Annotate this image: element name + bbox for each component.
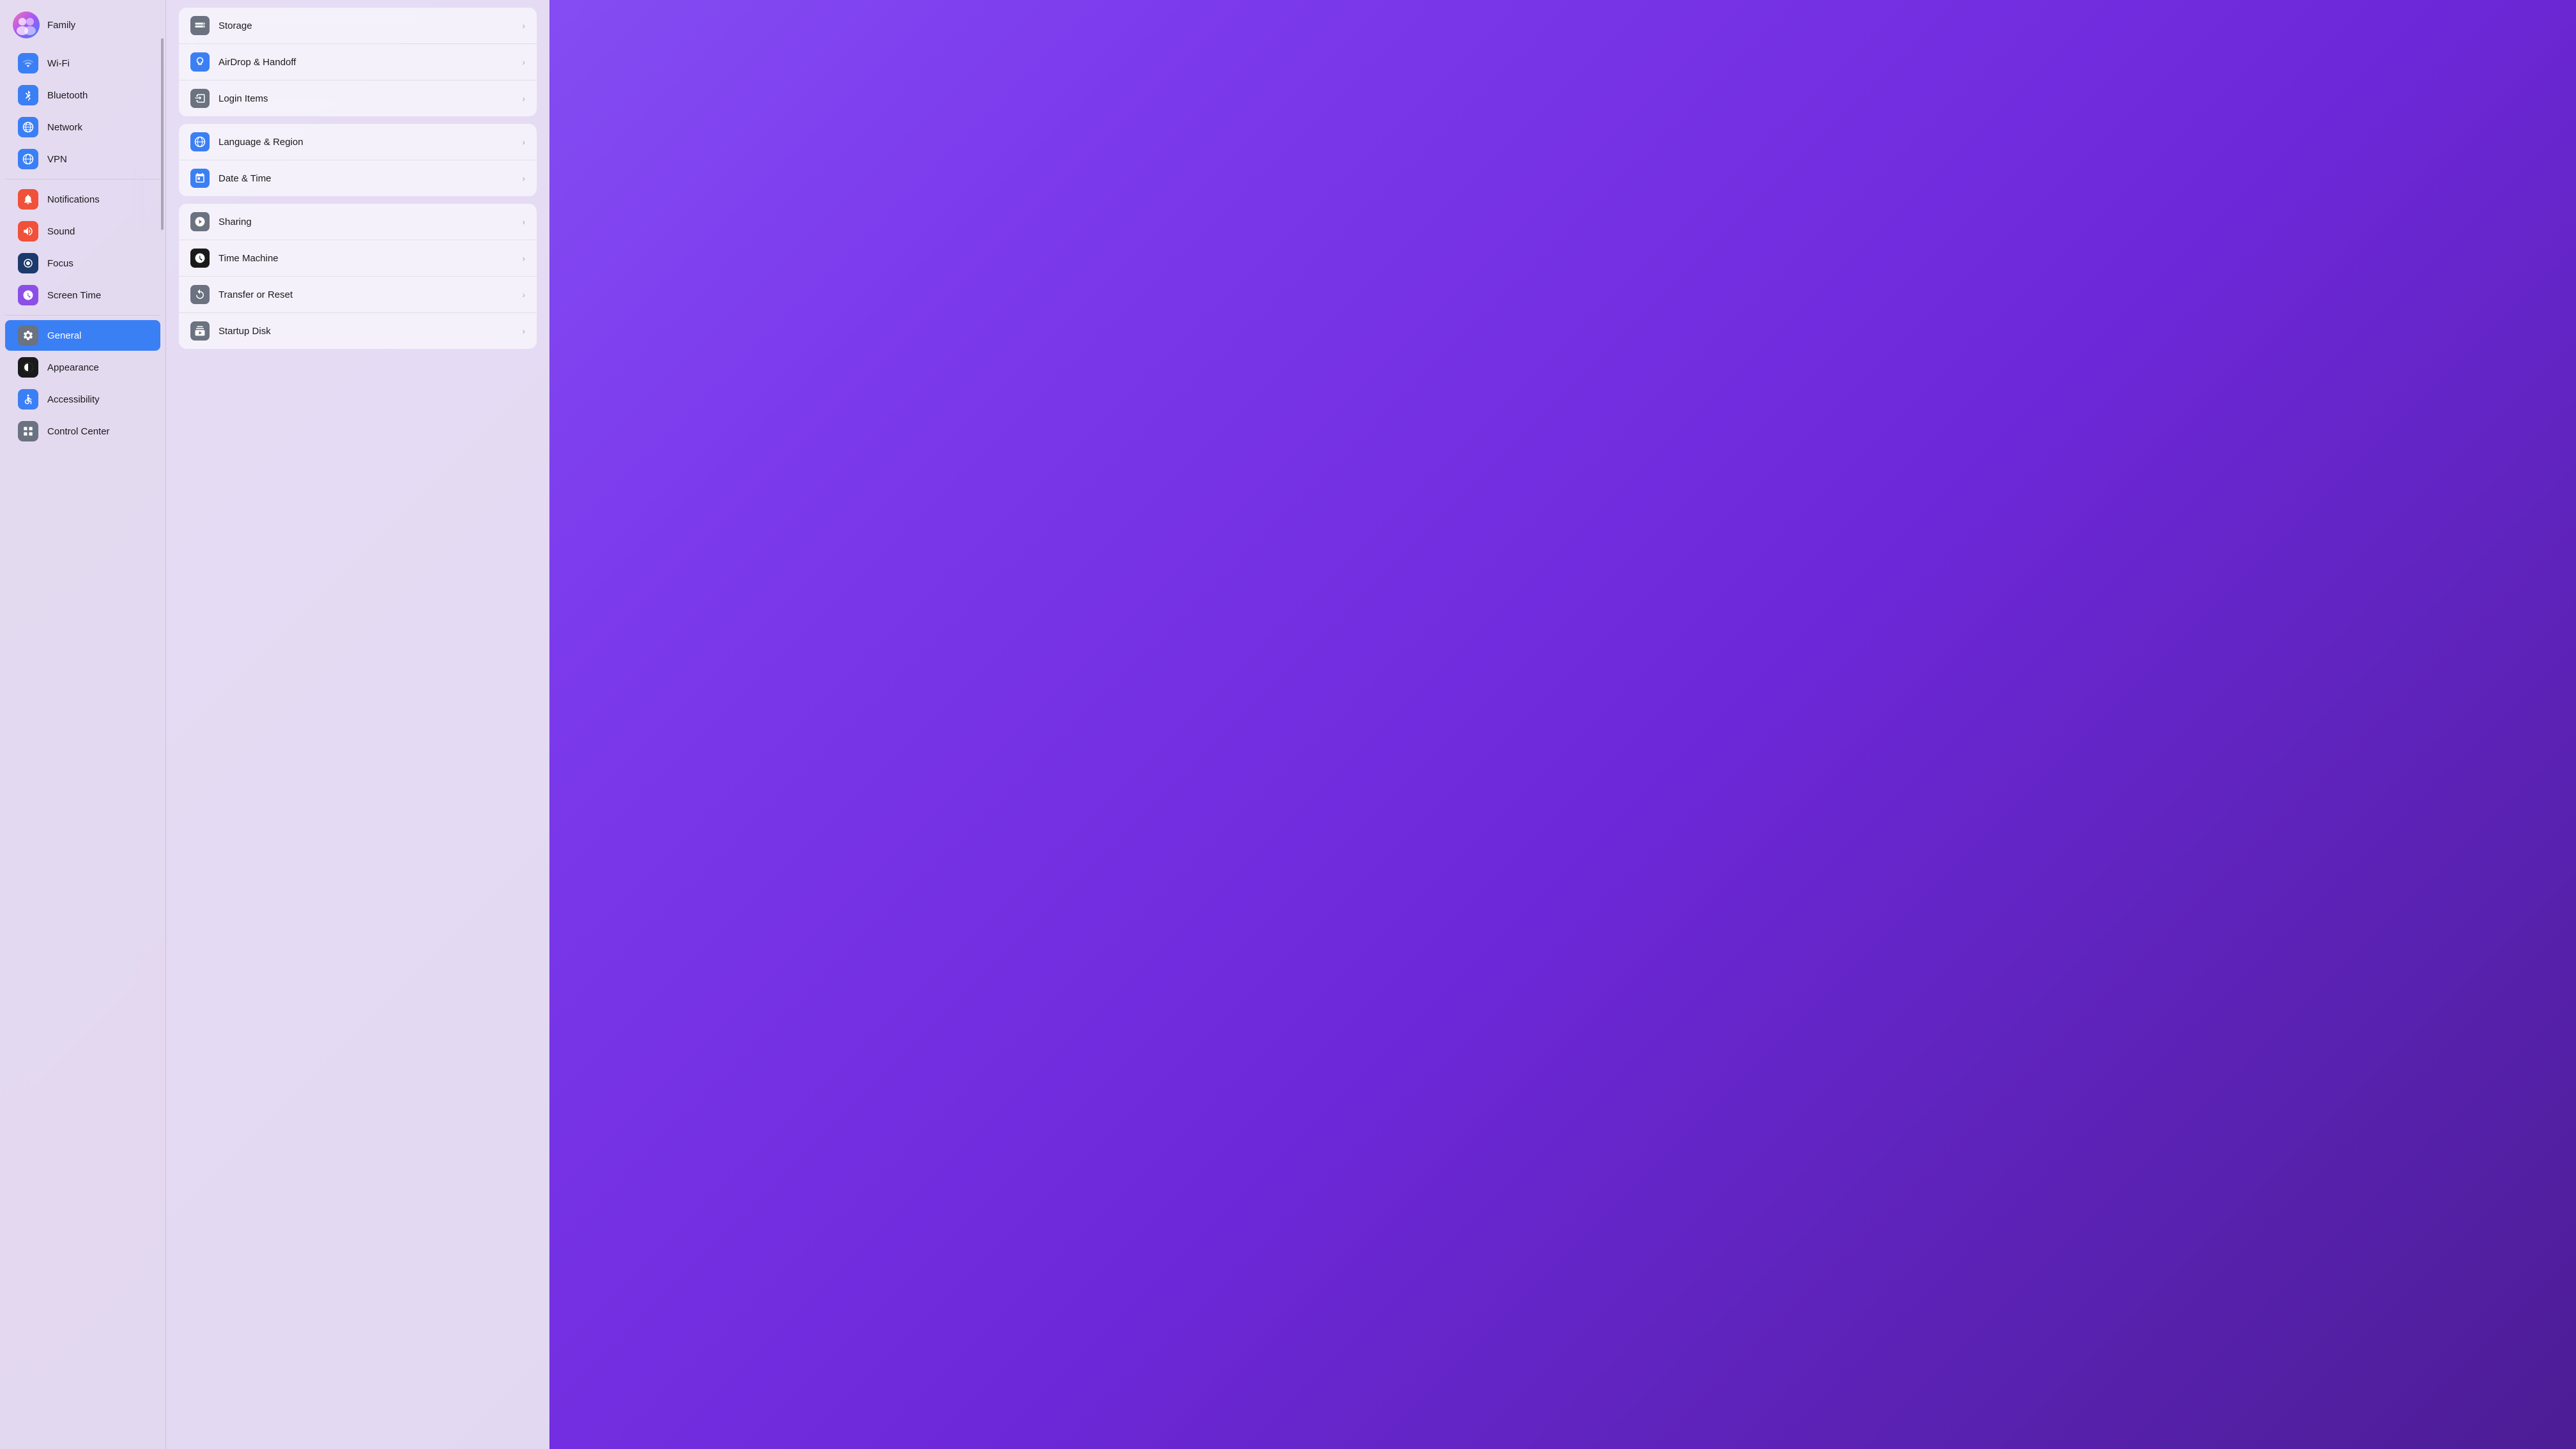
startup-icon — [190, 321, 210, 341]
datetime-label: Date & Time — [218, 173, 513, 184]
startup-label: Startup Disk — [218, 326, 513, 337]
airdrop-label: AirDrop & Handoff — [218, 57, 513, 68]
language-chevron: › — [522, 137, 525, 147]
sidebar-item-label-wifi: Wi-Fi — [47, 58, 70, 69]
settings-group-2: Language & Region › Date & Time › — [179, 124, 537, 196]
datetime-icon — [190, 169, 210, 188]
startup-chevron: › — [522, 326, 525, 336]
settings-window: Family Wi-Fi Bluetooth — [0, 0, 549, 1449]
sidebar-item-label-appearance: Appearance — [47, 362, 99, 373]
sidebar-item-general[interactable]: General — [5, 320, 160, 351]
datetime-chevron: › — [522, 173, 525, 183]
sidebar-item-label-screen-time: Screen Time — [47, 290, 101, 301]
settings-row-login[interactable]: Login Items › — [179, 80, 537, 116]
settings-row-language[interactable]: Language & Region › — [179, 124, 537, 160]
sidebar-item-vpn[interactable]: VPN — [5, 144, 160, 174]
sidebar-item-label-sound: Sound — [47, 226, 75, 237]
sidebar-item-accessibility[interactable]: Accessibility — [5, 384, 160, 415]
focus-icon — [18, 253, 38, 273]
appearance-icon — [18, 357, 38, 378]
family-avatar — [13, 12, 40, 38]
settings-row-transfer[interactable]: Transfer or Reset › — [179, 277, 537, 313]
timemachine-chevron: › — [522, 253, 525, 263]
sidebar-item-label-control-center: Control Center — [47, 426, 110, 437]
sidebar-item-network[interactable]: Network — [5, 112, 160, 142]
storage-icon — [190, 16, 210, 35]
divider-2 — [5, 315, 160, 316]
sidebar-item-label-bluetooth: Bluetooth — [47, 90, 88, 101]
sidebar-item-label-general: General — [47, 330, 81, 341]
sound-icon — [18, 221, 38, 241]
sidebar-item-wifi[interactable]: Wi-Fi — [5, 48, 160, 79]
transfer-icon — [190, 285, 210, 304]
sidebar: Family Wi-Fi Bluetooth — [0, 0, 166, 1449]
sharing-chevron: › — [522, 217, 525, 227]
settings-row-airdrop[interactable]: AirDrop & Handoff › — [179, 44, 537, 80]
bluetooth-icon — [18, 85, 38, 105]
sidebar-item-label-focus: Focus — [47, 258, 73, 269]
transfer-label: Transfer or Reset — [218, 289, 513, 300]
sharing-label: Sharing — [218, 217, 513, 227]
screen-time-icon — [18, 285, 38, 305]
scrollbar[interactable] — [161, 38, 164, 230]
timemachine-icon — [190, 249, 210, 268]
storage-chevron: › — [522, 20, 525, 31]
login-icon — [190, 89, 210, 108]
sidebar-item-notifications[interactable]: Notifications — [5, 184, 160, 215]
sidebar-item-screen-time[interactable]: Screen Time — [5, 280, 160, 310]
sidebar-item-sound[interactable]: Sound — [5, 216, 160, 247]
airdrop-chevron: › — [522, 57, 525, 67]
sidebar-item-appearance[interactable]: Appearance — [5, 352, 160, 383]
login-chevron: › — [522, 93, 525, 103]
transfer-chevron: › — [522, 289, 525, 300]
wifi-icon — [18, 53, 38, 73]
sidebar-item-label-accessibility: Accessibility — [47, 394, 100, 405]
airdrop-icon — [190, 52, 210, 72]
network-icon — [18, 117, 38, 137]
settings-row-sharing[interactable]: Sharing › — [179, 204, 537, 240]
sidebar-item-focus[interactable]: Focus — [5, 248, 160, 279]
settings-group-1: Storage › AirDrop & Handoff › Logi — [179, 8, 537, 116]
divider-1 — [5, 179, 160, 180]
family-label: Family — [47, 20, 75, 31]
language-label: Language & Region — [218, 137, 513, 148]
language-icon — [190, 132, 210, 151]
sidebar-item-label-network: Network — [47, 122, 82, 133]
settings-group-3: Sharing › Time Machine › Transfer — [179, 204, 537, 349]
sharing-icon — [190, 212, 210, 231]
accessibility-icon — [18, 389, 38, 410]
timemachine-label: Time Machine — [218, 253, 513, 264]
settings-row-datetime[interactable]: Date & Time › — [179, 160, 537, 196]
storage-label: Storage — [218, 20, 513, 31]
general-icon — [18, 325, 38, 346]
main-content: Storage › AirDrop & Handoff › Logi — [166, 0, 549, 1449]
login-label: Login Items — [218, 93, 513, 104]
sidebar-item-label-vpn: VPN — [47, 154, 67, 165]
sidebar-item-control-center[interactable]: Control Center — [5, 416, 160, 447]
settings-row-storage[interactable]: Storage › — [179, 8, 537, 44]
sidebar-item-bluetooth[interactable]: Bluetooth — [5, 80, 160, 111]
settings-row-startup[interactable]: Startup Disk › — [179, 313, 537, 349]
vpn-icon — [18, 149, 38, 169]
settings-row-timemachine[interactable]: Time Machine › — [179, 240, 537, 277]
family-section[interactable]: Family — [0, 5, 165, 47]
sidebar-item-label-notifications: Notifications — [47, 194, 100, 205]
control-center-icon — [18, 421, 38, 441]
notifications-icon — [18, 189, 38, 210]
